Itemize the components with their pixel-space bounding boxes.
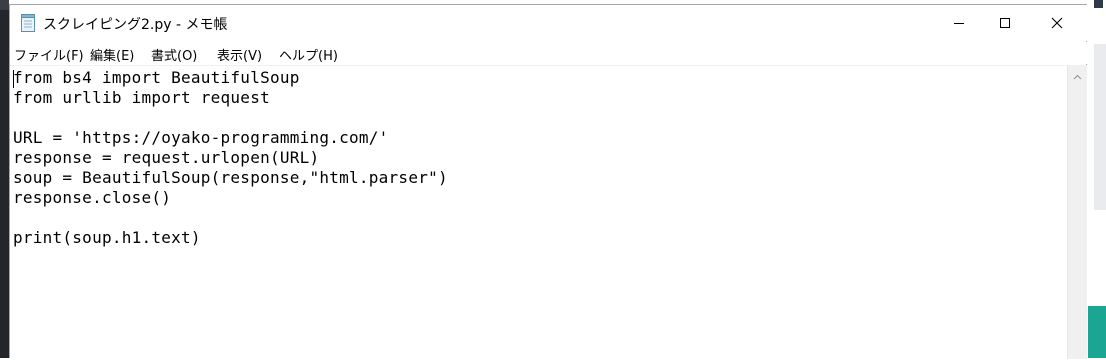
- desktop-background-mark: [1094, 0, 1103, 8]
- menu-edit[interactable]: 編集(E): [90, 45, 134, 64]
- close-button[interactable]: [1034, 5, 1080, 41]
- window-title: スクレイピング2.py - メモ帳: [43, 17, 228, 33]
- desktop-background-accent: [1088, 306, 1106, 358]
- scroll-up-button[interactable]: [1068, 65, 1087, 83]
- maximize-button[interactable]: [982, 5, 1028, 41]
- editor-content[interactable]: from bs4 import BeautifulSoup from urlli…: [13, 68, 448, 248]
- title-bar[interactable]: スクレイピング2.py - メモ帳: [10, 5, 1088, 41]
- menu-view[interactable]: 表示(V): [217, 45, 262, 64]
- menu-help[interactable]: ヘルプ(H): [279, 45, 338, 64]
- menu-format[interactable]: 書式(O): [151, 45, 197, 64]
- text-caret: [13, 70, 14, 88]
- notepad-icon[interactable]: [20, 14, 36, 32]
- minimize-icon: [953, 14, 965, 33]
- text-editor[interactable]: from bs4 import BeautifulSoup from urlli…: [10, 65, 1067, 360]
- desktop-background-left-top: [0, 0, 9, 10]
- menu-bar: ファイル(F) 編集(E) 書式(O) 表示(V) ヘルプ(H): [10, 42, 1088, 64]
- maximize-icon: [999, 14, 1011, 33]
- chevron-up-icon: [1073, 65, 1082, 84]
- desktop-background-left: [0, 0, 9, 358]
- minimize-button[interactable]: [936, 5, 982, 41]
- vertical-scrollbar[interactable]: [1067, 65, 1087, 359]
- notepad-window: スクレイピング2.py - メモ帳 ファイル(F) 編集(E) 書式(O) 表示…: [9, 4, 1088, 360]
- desktop-background-panel: [1094, 44, 1106, 210]
- close-icon: [1051, 14, 1063, 33]
- menu-file[interactable]: ファイル(F): [14, 45, 84, 64]
